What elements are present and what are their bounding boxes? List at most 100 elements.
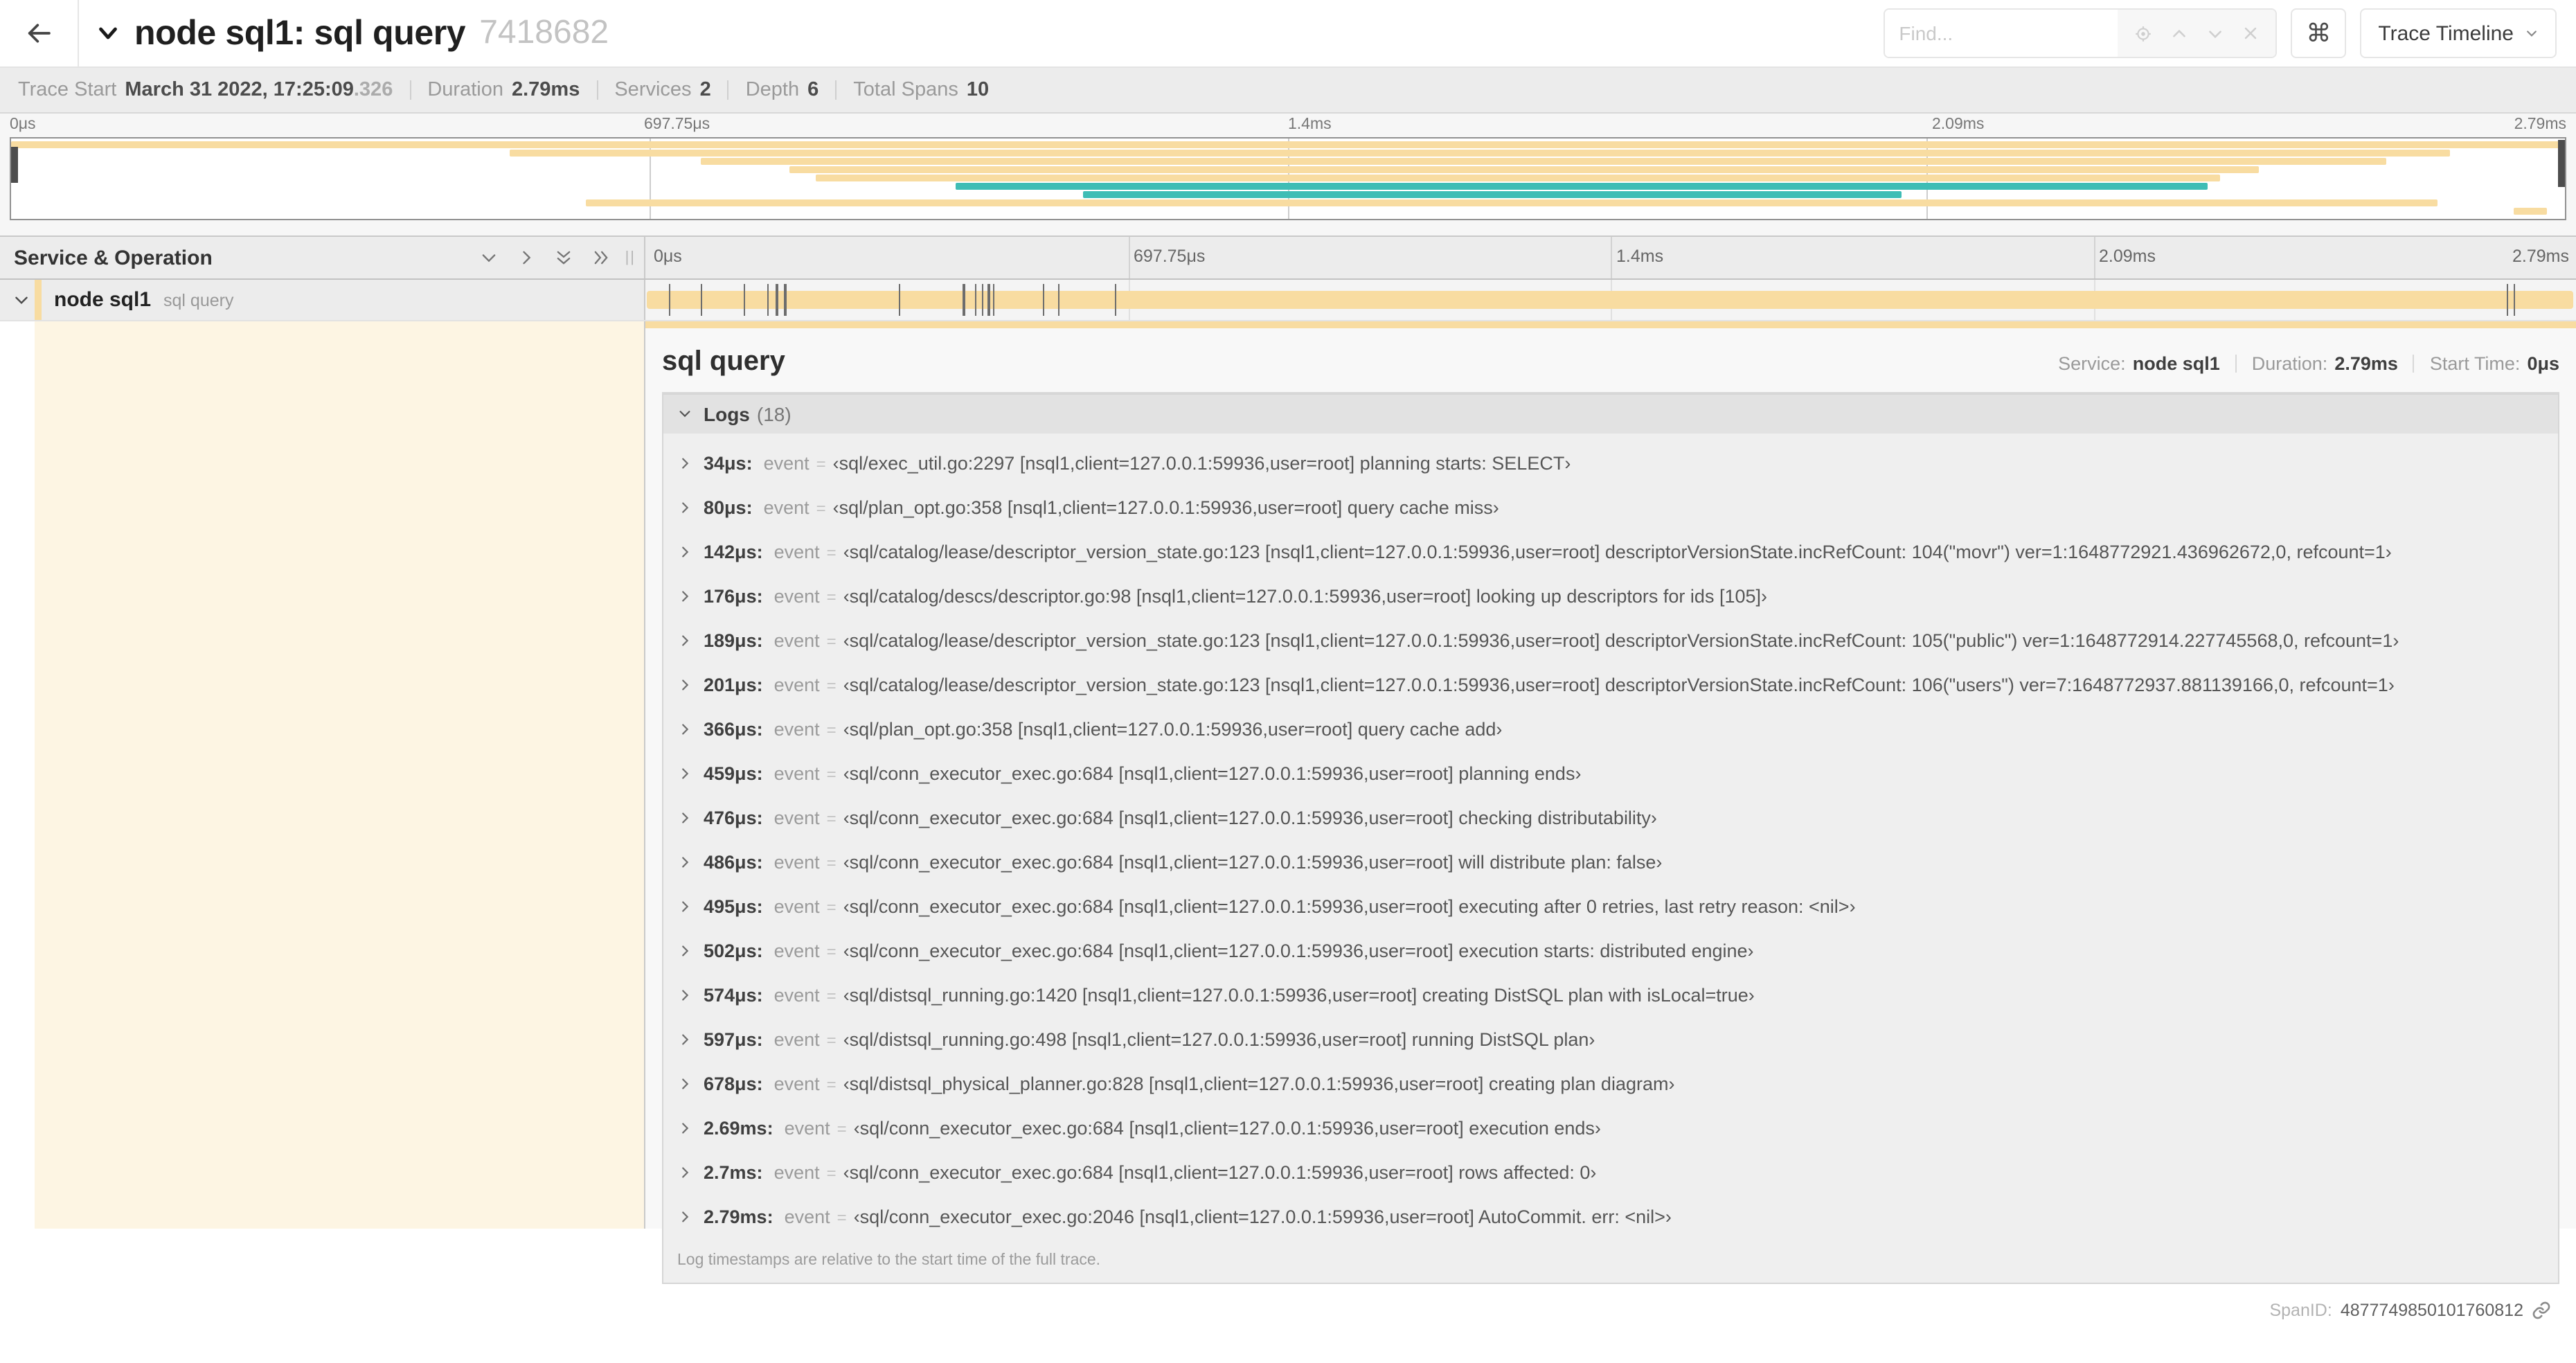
timeline-section-header: Service & Operation || 0μs 697.75μs 1.4m… <box>0 235 2576 280</box>
span-row-service-cell[interactable]: node sql1 sql query <box>0 280 645 320</box>
logs-accordion: Logs (18) 34μs: event = ‹sql/exec_util.g… <box>662 393 2559 1283</box>
log-field-value: ‹sql/distsql_running.go:1420 [nsql1,clie… <box>843 985 1755 1006</box>
find-input[interactable] <box>1885 10 2118 57</box>
minimap-span-bar <box>956 183 2208 190</box>
expand-all-double-chevron-right-icon[interactable] <box>591 248 611 267</box>
log-timestamp: 34μs: <box>704 453 753 474</box>
log-entry-row[interactable]: 366μs: event = ‹sql/plan_opt.go:358 [nsq… <box>677 707 2547 751</box>
log-timestamp: 80μs: <box>704 497 753 518</box>
find-prev-chevron-up-icon[interactable] <box>2170 24 2188 42</box>
log-entry-row[interactable]: 2.7ms: event = ‹sql/conn_executor_exec.g… <box>677 1150 2547 1195</box>
trace-depth: Depth 6 <box>745 79 819 101</box>
minimap-axis-labels: 0μs 697.75μs 1.4ms 2.09ms 2.79ms <box>10 116 2566 133</box>
collapse-all-double-chevron-down-icon[interactable] <box>554 248 573 267</box>
minimap-span-bar <box>585 199 2438 206</box>
log-expand-chevron-right-icon <box>677 766 692 781</box>
span-id-label: SpanID: <box>2269 1300 2332 1319</box>
span-detail-meta: Service: node sql1 Duration: 2.79ms Start … <box>2058 353 2559 373</box>
span-detail-section: sql query Service: node sql1 Duration: 2.7… <box>0 321 2576 1319</box>
column-resizer-handle[interactable]: || <box>625 249 636 266</box>
log-field-value: ‹sql/exec_util.go:2297 [nsql1,client=127… <box>832 453 1571 474</box>
minimap-span-bar <box>815 175 2221 181</box>
chevron-down-icon <box>2525 26 2539 40</box>
log-field-key: event <box>773 941 820 961</box>
log-field-key: event <box>773 1074 820 1094</box>
log-entry-row[interactable]: 574μs: event = ‹sql/distsql_running.go:1… <box>677 973 2547 1017</box>
span-duration-bar[interactable] <box>647 291 2573 309</box>
log-field-value: ‹sql/conn_executor_exec.go:684 [nsql1,cl… <box>843 941 1754 961</box>
trace-start: Trace Start March 31 2022, 17:25:09.326 <box>18 79 393 101</box>
log-field-value: ‹sql/plan_opt.go:358 [nsql1,client=127.0… <box>832 497 1499 518</box>
log-expand-chevron-right-icon <box>677 810 692 826</box>
expand-one-chevron-right-icon[interactable] <box>517 248 536 267</box>
log-entry-row[interactable]: 80μs: event = ‹sql/plan_opt.go:358 [nsql… <box>677 485 2547 530</box>
log-timestamp: 2.7ms: <box>704 1162 763 1183</box>
log-entry-row[interactable]: 597μs: event = ‹sql/distsql_running.go:4… <box>677 1017 2547 1062</box>
keyboard-shortcuts-button[interactable]: ⌘ <box>2291 8 2347 58</box>
span-service-name: node sql1 <box>54 288 152 312</box>
minimap-right-scrubber-handle[interactable] <box>2558 140 2565 187</box>
log-entry-row[interactable]: 201μs: event = ‹sql/catalog/lease/descri… <box>677 663 2547 707</box>
log-timestamp: 574μs: <box>704 985 763 1006</box>
minimap-span-bar <box>1083 191 1902 198</box>
span-operation-name: sql query <box>163 290 234 310</box>
log-expand-chevron-right-icon <box>677 899 692 914</box>
log-field-key: event <box>773 542 820 562</box>
trace-id: 7418682 <box>479 14 609 51</box>
span-row-bar-cell[interactable] <box>645 280 2576 320</box>
log-entry-row[interactable]: 678μs: event = ‹sql/distsql_physical_pla… <box>677 1062 2547 1106</box>
collapse-one-chevron-down-icon[interactable] <box>479 248 499 267</box>
span-collapse-chevron-down-icon[interactable] <box>12 291 30 309</box>
log-expand-chevron-right-icon <box>677 988 692 1003</box>
service-color-stripe <box>35 280 41 320</box>
log-field-value: ‹sql/plan_opt.go:358 [nsql1,client=127.0… <box>843 719 1503 740</box>
log-entry-row[interactable]: 2.79ms: event = ‹sql/conn_executor_exec.… <box>677 1195 2547 1239</box>
log-entry-row[interactable]: 476μs: event = ‹sql/conn_executor_exec.g… <box>677 796 2547 840</box>
span-detail-panel: sql query Service: node sql1 Duration: 2.7… <box>645 321 2576 1319</box>
back-button[interactable] <box>0 0 79 66</box>
log-entry-row[interactable]: 176μs: event = ‹sql/catalog/descs/descri… <box>677 574 2547 618</box>
logs-list: 34μs: event = ‹sql/exec_util.go:2297 [ns… <box>663 433 2558 1239</box>
logs-accordion-header[interactable]: Logs (18) <box>663 394 2558 433</box>
log-entry-row[interactable]: 142μs: event = ‹sql/catalog/lease/descri… <box>677 530 2547 574</box>
find-next-chevron-down-icon[interactable] <box>2206 24 2224 42</box>
log-timestamp: 678μs: <box>704 1074 763 1094</box>
view-selector-label: Trace Timeline <box>2378 21 2514 45</box>
log-expand-chevron-right-icon <box>677 633 692 648</box>
log-entry-row[interactable]: 486μs: event = ‹sql/conn_executor_exec.g… <box>677 840 2547 884</box>
minimap-span-bar <box>700 158 2386 165</box>
log-field-key: event <box>773 675 820 695</box>
log-expand-chevron-right-icon <box>677 1032 692 1047</box>
minimap-span-bar <box>2514 208 2548 215</box>
log-field-key: event <box>773 985 820 1006</box>
log-field-key: event <box>773 1029 820 1050</box>
view-selector-button[interactable]: Trace Timeline <box>2360 8 2557 58</box>
find-box <box>1884 8 2278 58</box>
expanded-span-indent-block <box>35 321 644 1229</box>
collapse-trace-chevron-icon[interactable] <box>96 21 120 46</box>
timeline-minimap[interactable] <box>10 137 2566 220</box>
clear-find-icon[interactable] <box>2242 25 2259 42</box>
log-field-value: ‹sql/conn_executor_exec.go:684 [nsql1,cl… <box>843 852 1663 873</box>
log-entry-row[interactable]: 189μs: event = ‹sql/catalog/lease/descri… <box>677 618 2547 663</box>
log-timestamp: 176μs: <box>704 586 763 607</box>
log-expand-chevron-right-icon <box>677 722 692 737</box>
log-field-key: event <box>773 852 820 873</box>
log-field-key: event <box>784 1118 830 1139</box>
log-entry-row[interactable]: 2.69ms: event = ‹sql/conn_executor_exec.… <box>677 1106 2547 1150</box>
log-timestamp: 2.69ms: <box>704 1118 773 1139</box>
log-entry-row[interactable]: 502μs: event = ‹sql/conn_executor_exec.g… <box>677 929 2547 973</box>
log-entry-row[interactable]: 495μs: event = ‹sql/conn_executor_exec.g… <box>677 884 2547 929</box>
log-field-key: event <box>763 497 810 518</box>
minimap-left-scrubber-handle[interactable] <box>11 147 18 183</box>
log-field-key: event <box>773 896 820 917</box>
log-field-key: event <box>773 719 820 740</box>
locate-icon[interactable] <box>2134 24 2152 42</box>
log-entry-row[interactable]: 34μs: event = ‹sql/exec_util.go:2297 [ns… <box>677 441 2547 485</box>
log-entry-row[interactable]: 459μs: event = ‹sql/conn_executor_exec.g… <box>677 751 2547 796</box>
log-timestamp: 476μs: <box>704 808 763 828</box>
log-expand-chevron-right-icon <box>677 456 692 471</box>
trace-services: Services 2 <box>614 79 711 101</box>
deep-link-icon[interactable] <box>2532 1300 2551 1319</box>
log-field-value: ‹sql/conn_executor_exec.go:684 [nsql1,cl… <box>843 808 1657 828</box>
